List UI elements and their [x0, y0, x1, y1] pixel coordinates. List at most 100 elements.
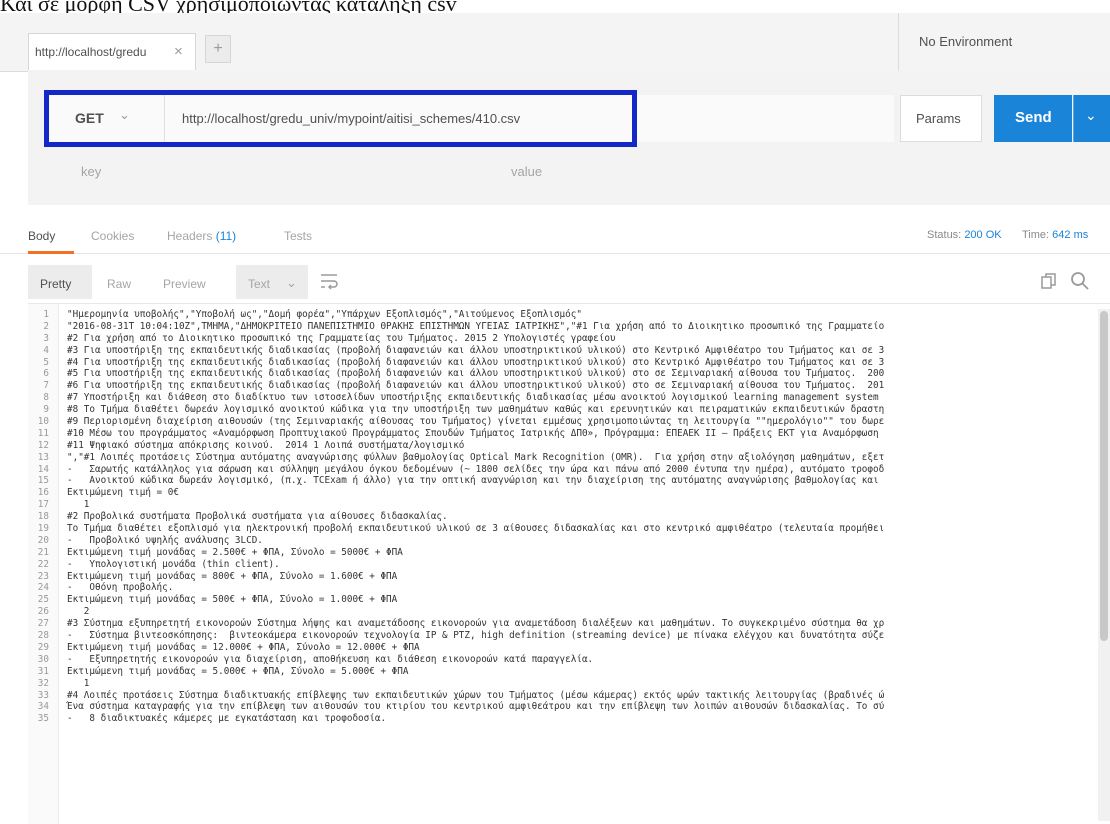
- code-line: 8 #7 Υποστήριξη και διάθεση στο διαδίκτυο…: [28, 392, 1110, 404]
- status-value: 200 OK: [964, 229, 1002, 241]
- line-text: #9 Περιορισμένη διαχείριση αιθουσών (της…: [67, 416, 885, 428]
- view-pretty-button[interactable]: Pretty: [28, 265, 92, 299]
- code-line: 4 #3 Για υποστήριξη της εκπαιδευτικής δια…: [28, 345, 1110, 357]
- time-readout: Time: 642 ms: [1022, 229, 1088, 241]
- code-line: 17 1: [28, 499, 1110, 511]
- tab-headers[interactable]: Headers (11): [167, 229, 236, 243]
- code-line: 28 - Σύστημα βιντεοσκόπησης: βιντεοκάμερα…: [28, 630, 1110, 642]
- line-text: Ένα σύστημα καταγραφής για την επίβλεψη …: [67, 701, 885, 713]
- code-line: 13 ","#1 Λοιπές προτάσεις Σύστημα αυτόματ…: [28, 452, 1110, 464]
- code-line: 6 #5 Για υποστήριξη της εκπαιδευτικής δια…: [28, 368, 1110, 380]
- request-tab[interactable]: http://localhost/gredu ×: [28, 33, 196, 70]
- view-raw-button[interactable]: Raw: [107, 265, 137, 299]
- line-text: - Οθόνη προβολής.: [67, 582, 174, 594]
- line-number: 18: [37, 511, 49, 523]
- line-number: 29: [37, 641, 49, 653]
- params-row: [28, 152, 1110, 192]
- line-number: 12: [37, 439, 49, 451]
- line-number: 14: [37, 463, 49, 475]
- line-number: 11: [37, 427, 49, 439]
- new-tab-button[interactable]: +: [205, 35, 231, 63]
- search-icon[interactable]: [1070, 271, 1090, 291]
- view-preview-button[interactable]: Preview: [163, 265, 213, 299]
- line-text: Εκτιμώμενη τιμή = 0€: [67, 487, 179, 499]
- code-line: 11 #10 Μέσω του προγράμματος «Αναμόρφωση …: [28, 428, 1110, 440]
- params-button[interactable]: Params: [900, 95, 982, 142]
- code-line: 7 #6 Για υποστήριξη της εκπαιδευτικής δια…: [28, 380, 1110, 392]
- line-text: #8 Το Τμήμα διαθέτει δωρεάν λογισμικό αν…: [67, 404, 885, 416]
- tab-tests[interactable]: Tests: [284, 229, 312, 243]
- line-text: 1: [67, 677, 90, 689]
- line-number: 17: [37, 499, 49, 511]
- tab-cookies[interactable]: Cookies: [91, 229, 134, 243]
- line-number: 19: [37, 523, 49, 535]
- code-line: 30 - Εξυπηρετητής εικονορoών για διαχείρι…: [28, 654, 1110, 666]
- line-text: #2 Για χρήση από το Διοικητικο προσωπικό…: [67, 332, 616, 344]
- send-options-button[interactable]: ⌄: [1073, 95, 1110, 142]
- line-number: 4: [43, 344, 49, 356]
- method-dropdown[interactable]: GET ⌄: [49, 95, 165, 142]
- code-line: 26 2: [28, 606, 1110, 618]
- status-readout: Status: 200 OK: [927, 229, 1002, 241]
- line-text: #7 Υποστήριξη και διάθεση στο διαδίκτυο …: [67, 392, 879, 404]
- code-line: 24 - Οθόνη προβολής.: [28, 582, 1110, 594]
- line-text: #5 Για υποστήριξη της εκπαιδευτικής διαδ…: [67, 368, 885, 380]
- line-number: 2: [43, 320, 49, 332]
- tab-headers-label: Headers: [167, 229, 213, 243]
- view-pretty-label: Pretty: [40, 277, 72, 291]
- code-line: 29 Εκτιμώμενη τιμή μονάδας = 12.000€ + ΦΠ…: [28, 642, 1110, 654]
- scrollbar-thumb[interactable]: [1100, 311, 1108, 641]
- code-line: 5 #4 Για υποστήριξη της εκπαιδευτικής δια…: [28, 357, 1110, 369]
- code-line: 15 - Ανοικτού κώδικα δωρεάν λογισμικό, (π…: [28, 475, 1110, 487]
- param-key-input[interactable]: key: [81, 164, 101, 179]
- line-text: - Ανοικτού κώδικα δωρεάν λογισμικό, (π.χ…: [67, 475, 879, 487]
- code-line: 25 Εκτιμώμενη τιμή μονάδας = 500€ + ΦΠΑ, …: [28, 594, 1110, 606]
- line-text: #10 Μέσω του προγράμματος «Αναμόρφωση Πρ…: [67, 427, 879, 439]
- format-dropdown[interactable]: Text ⌄: [236, 265, 308, 299]
- code-line: 10 #9 Περιορισμένη διαχείριση αιθουσών (τ…: [28, 416, 1110, 428]
- send-label: Send: [1015, 109, 1052, 126]
- line-number: 6: [43, 368, 49, 380]
- line-text: - Εξυπηρετητής εικονορoών για διαχείριση…: [67, 653, 594, 665]
- line-text: #4 Λοιπές προτάσεις Σύστημα διαδικτυακής…: [67, 689, 885, 701]
- url-bar-fill[interactable]: [637, 95, 894, 142]
- line-number: 13: [37, 451, 49, 463]
- code-line: 23 Εκτιμώμενη τιμή μονάδας = 800€ + ΦΠΑ, …: [28, 571, 1110, 583]
- line-text: Εκτιμώμενη τιμή μονάδας = 2.500€ + ΦΠΑ, …: [67, 546, 403, 558]
- line-number: 3: [43, 332, 49, 344]
- line-number: 32: [37, 677, 49, 689]
- wrap-lines-icon[interactable]: [318, 270, 340, 292]
- request-tab-label: http://localhost/gredu: [35, 45, 147, 59]
- code-line: 3 #2 Για χρήση από το Διοικητικο προσωπικ…: [28, 333, 1110, 345]
- url-input[interactable]: http://localhost/gredu_univ/mypoint/aiti…: [182, 111, 520, 126]
- line-number: 8: [43, 392, 49, 404]
- code-line: 35 - 8 διαδικτυακές κάμερες με εγκατάστασ…: [28, 713, 1110, 725]
- tab-body[interactable]: Body: [28, 229, 55, 243]
- line-text: Εκτιμώμενη τιμή μονάδας = 5.000€ + ΦΠΑ, …: [67, 665, 409, 677]
- line-text: #6 Για υποστήριξη της εκπαιδευτικής διαδ…: [67, 380, 885, 392]
- close-icon[interactable]: ×: [174, 43, 183, 60]
- send-button[interactable]: Send: [994, 95, 1072, 142]
- line-number: 24: [37, 582, 49, 594]
- line-text: - Υπολογιστική μονάδα (thin client).: [67, 558, 280, 570]
- copy-icon[interactable]: [1040, 272, 1058, 290]
- response-body-editor[interactable]: 1 "Ημερομηνία υποβολής","Υποβολή ως","Δομ…: [28, 303, 1110, 824]
- code-line: 33 #4 Λοιπές προτάσεις Σύστημα διαδικτυακ…: [28, 690, 1110, 702]
- param-value-input[interactable]: value: [511, 164, 542, 179]
- environment-selector[interactable]: No Environment: [898, 13, 1110, 71]
- line-text: #2 Προβολικά συστήματα Προβολικά συστήμα…: [67, 511, 448, 523]
- vertical-scrollbar[interactable]: [1098, 309, 1110, 821]
- code-lines: 1 "Ημερομηνία υποβολής","Υποβολή ως","Δομ…: [28, 309, 1110, 725]
- method-label: GET: [75, 110, 104, 126]
- code-line: 14 - Σαρωτής κατάλληλος για σάρωση και σύ…: [28, 464, 1110, 476]
- line-number: 30: [37, 653, 49, 665]
- line-text: - 8 διαδικτυακές κάμερες με εγκατάσταση …: [67, 713, 387, 725]
- code-line: 16 Εκτιμώμενη τιμή = 0€: [28, 487, 1110, 499]
- line-number: 27: [37, 618, 49, 630]
- line-text: "Ημερομηνία υποβολής","Υποβολή ως","Δομή…: [67, 309, 582, 320]
- line-number: 5: [43, 356, 49, 368]
- line-number: 16: [37, 487, 49, 499]
- line-text: Το Τμήμα διαθέτει εξοπλισμό για ηλεκτρον…: [67, 523, 885, 535]
- code-line: 2 "2016-08-31T 10:04:10Z",ΤΜΗΜΑ,"ΔΗΜΟΚΡΙΤ…: [28, 321, 1110, 333]
- view-preview-label: Preview: [163, 277, 206, 291]
